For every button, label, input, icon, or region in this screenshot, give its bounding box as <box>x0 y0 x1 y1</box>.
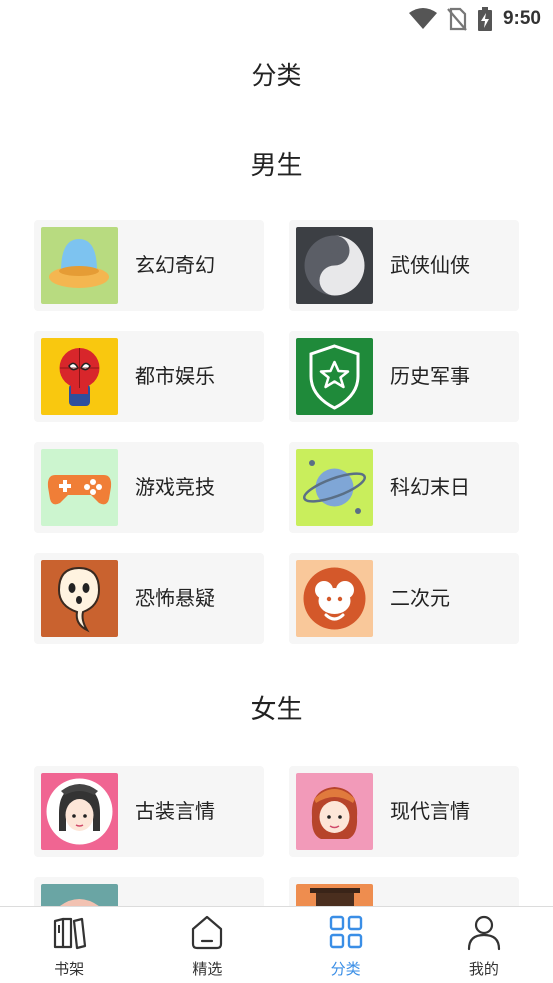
category-label: 都市娱乐 <box>135 364 215 388</box>
category-label: 二次元 <box>390 586 450 610</box>
category-card-kongbu[interactable]: 恐怖悬疑 <box>34 553 264 644</box>
modern-girl-icon <box>296 773 373 850</box>
category-card-lishi[interactable]: 历史军事 <box>289 331 519 422</box>
section-title-male: 男生 <box>250 151 303 181</box>
bottom-tab-bar: 书架 精选 分类 我的 <box>0 906 553 983</box>
category-card-youxi[interactable]: 游戏竞技 <box>34 442 264 533</box>
tab-label: 精选 <box>192 960 223 978</box>
category-label: 现代言情 <box>390 799 470 823</box>
page-title: 分类 <box>251 61 302 90</box>
ancient-girl-icon <box>41 773 118 850</box>
status-icons: 9:50 <box>408 6 541 32</box>
category-card-erciyuan[interactable]: 二次元 <box>289 553 519 644</box>
category-label: 恐怖悬疑 <box>135 586 215 610</box>
tab-bookshelf[interactable]: 书架 <box>0 907 138 983</box>
bear-icon <box>296 560 373 637</box>
status-time: 9:50 <box>502 8 541 29</box>
tab-category[interactable]: 分类 <box>277 907 415 983</box>
category-label: 古装言情 <box>135 799 215 823</box>
category-card-xuanhuan[interactable]: 玄幻奇幻 <box>34 220 264 311</box>
tab-featured[interactable]: 精选 <box>138 907 276 983</box>
category-label: 武侠仙侠 <box>390 253 470 277</box>
category-card-dushi[interactable]: 都市娱乐 <box>34 331 264 422</box>
ufo-icon <box>41 227 118 304</box>
battery-charging-icon <box>477 7 492 31</box>
status-bar: 9:50 <box>0 0 553 38</box>
user-icon <box>467 915 500 951</box>
tab-label: 分类 <box>330 960 361 978</box>
category-card-kehuan[interactable]: 科幻末日 <box>289 442 519 533</box>
category-label: 历史军事 <box>390 364 470 388</box>
tab-profile[interactable]: 我的 <box>415 907 553 983</box>
tab-label: 我的 <box>468 960 499 978</box>
partial-icon <box>41 884 118 906</box>
shield-star-icon <box>296 338 373 415</box>
planet-icon <box>296 449 373 526</box>
no-sim-icon <box>447 7 467 31</box>
category-card-xiandai[interactable]: 现代言情 <box>289 766 519 857</box>
tab-label: 书架 <box>54 960 85 978</box>
category-label: 科幻末日 <box>390 475 470 499</box>
category-label: 游戏竞技 <box>135 475 215 499</box>
category-label: 玄幻奇幻 <box>135 253 215 277</box>
ghost-icon <box>41 560 118 637</box>
partial-icon <box>296 884 373 906</box>
category-card-partial-left[interactable] <box>34 877 264 906</box>
category-scroll-area[interactable]: 男生 玄幻奇幻 武侠仙侠 都市娱乐 历史军事 游戏竞技 科幻末日 恐怖悬疑 二次… <box>0 100 553 906</box>
spiderman-icon <box>41 338 118 415</box>
home-icon <box>192 915 223 950</box>
gamepad-icon <box>41 449 118 526</box>
yin-yang-icon <box>296 227 373 304</box>
category-grid-icon <box>329 915 362 949</box>
bookshelf-icon <box>54 917 87 950</box>
section-title-female: 女生 <box>250 695 303 725</box>
wifi-icon <box>408 8 437 29</box>
category-card-partial-right[interactable] <box>289 877 519 906</box>
category-card-guzhuang[interactable]: 古装言情 <box>34 766 264 857</box>
category-card-wuxia[interactable]: 武侠仙侠 <box>289 220 519 311</box>
